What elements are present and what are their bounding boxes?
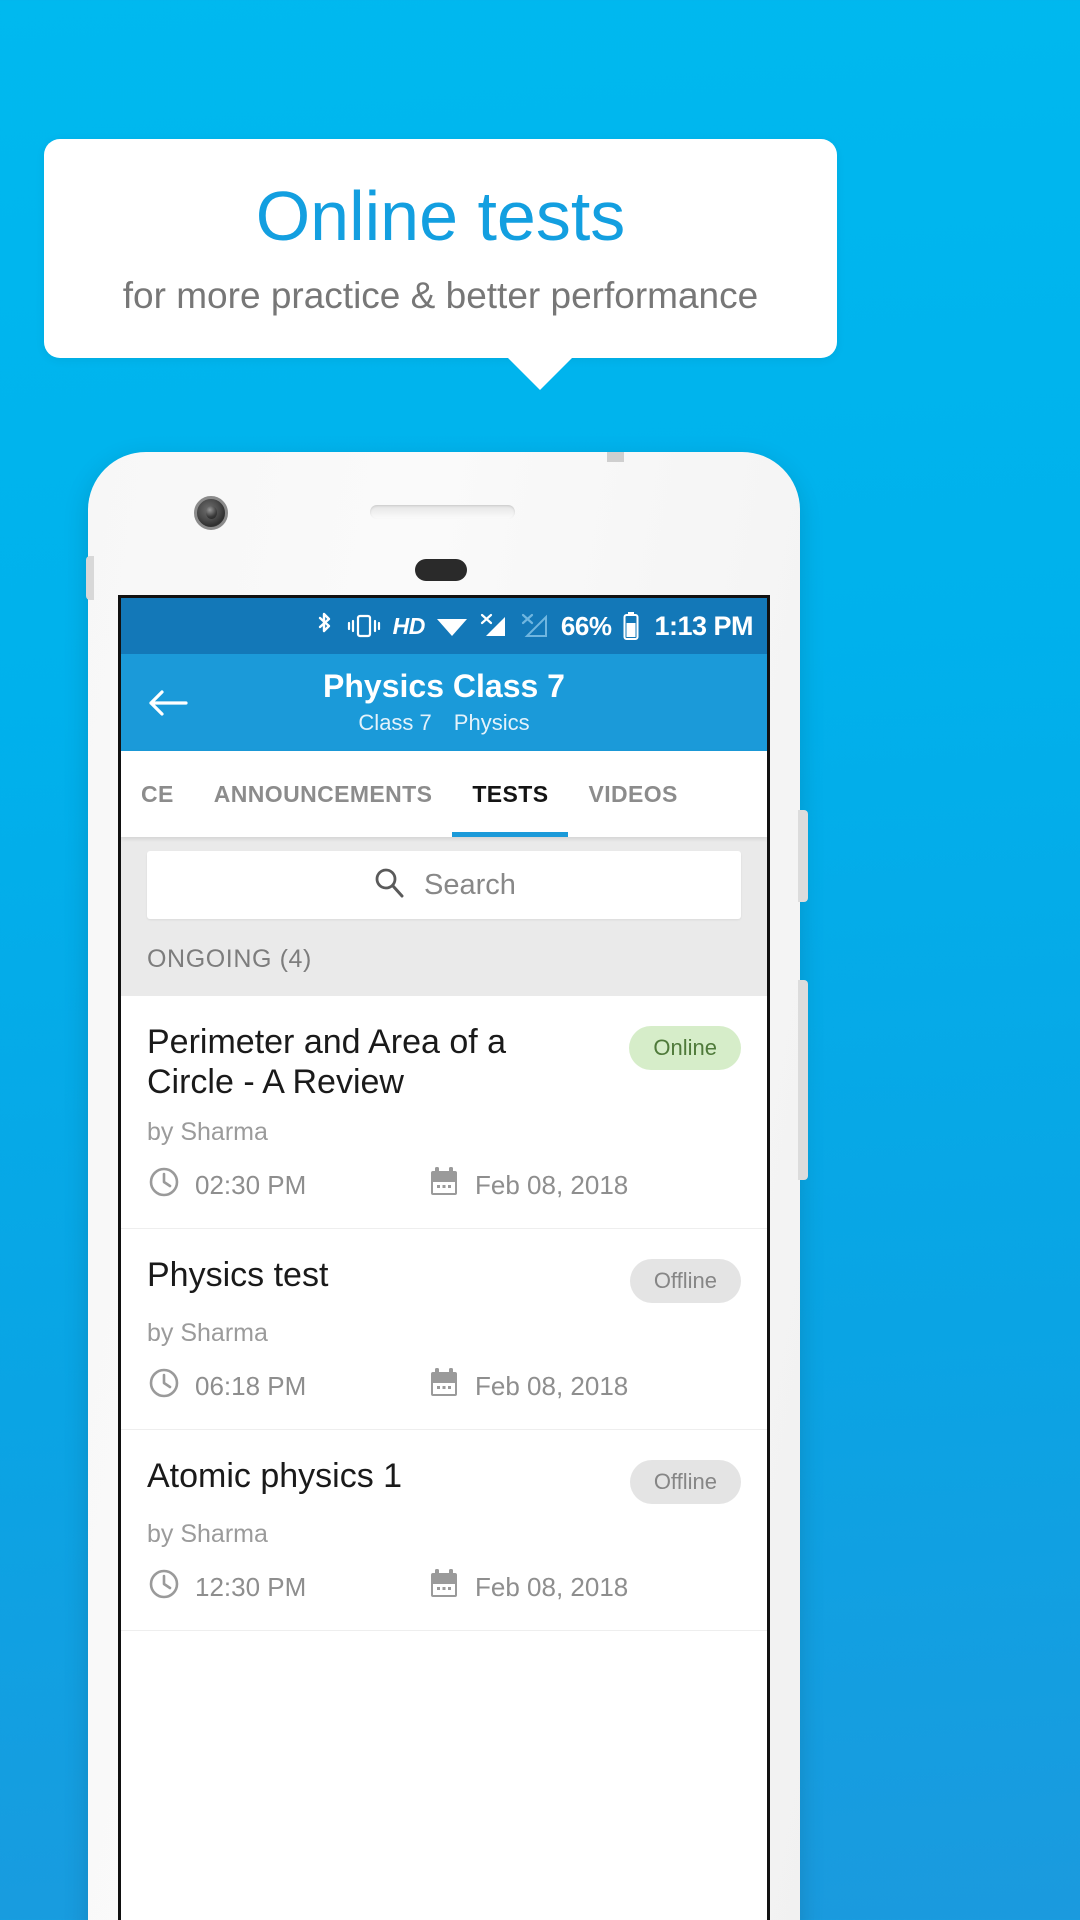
phone-power-button[interactable] [798, 810, 808, 902]
status-bar: HD 66% 1:13 PM [121, 598, 767, 654]
wifi-icon [436, 613, 468, 639]
test-date: Feb 08, 2018 [427, 1567, 628, 1608]
test-date-label: Feb 08, 2018 [475, 1572, 629, 1603]
signal-no-sim-1-icon [479, 612, 509, 640]
clock-time-label: 1:13 PM [654, 610, 753, 641]
test-row-top: Perimeter and Area of a Circle - A Revie… [147, 1022, 741, 1102]
status-badge: Offline [629, 1259, 741, 1304]
calendar-icon [427, 1366, 461, 1407]
battery-percent-label: 66% [560, 610, 612, 641]
test-time: 02:30 PM [147, 1165, 427, 1206]
bluetooth-icon [315, 611, 335, 641]
promo-callout-tail [507, 357, 573, 390]
tab-videos[interactable]: VIDEOS [568, 751, 697, 837]
test-meta: 06:18 PM Feb 08, 2018 [147, 1366, 741, 1407]
test-title: Atomic physics 1 [147, 1457, 403, 1496]
back-arrow-icon[interactable] [145, 680, 191, 726]
clock-icon [147, 1165, 181, 1206]
test-list-item[interactable]: Physics test Offline by Sharma 06:18 PM [121, 1229, 767, 1431]
test-meta: 02:30 PM Feb 08, 2018 [147, 1165, 741, 1206]
search-area: Search [121, 837, 767, 939]
clock-icon [147, 1567, 181, 1608]
tab-bar: CE ANNOUNCEMENTS TESTS VIDEOS [121, 751, 767, 837]
hd-icon: HD [392, 612, 426, 639]
phone-screen: HD 66% 1:13 PM Physics Class 7 Class 7 P… [118, 595, 770, 1920]
test-title: Physics test [147, 1256, 329, 1295]
test-meta: 12:30 PM Feb 08, 2018 [147, 1567, 741, 1608]
search-placeholder: Search [424, 868, 516, 901]
test-time: 12:30 PM [147, 1567, 427, 1608]
promo-callout: Online tests for more practice & better … [44, 139, 837, 358]
test-list-item[interactable]: Atomic physics 1 Offline by Sharma 12:30… [121, 1430, 767, 1632]
page-subtitle: Class 7 Physics [358, 710, 529, 736]
subtitle-class: Class 7 [358, 710, 432, 736]
tab-ce[interactable]: CE [121, 751, 194, 837]
phone-left-button[interactable] [86, 556, 94, 600]
calendar-icon [427, 1165, 461, 1206]
battery-icon [622, 611, 640, 641]
phone-volume-button[interactable] [798, 980, 808, 1180]
phone-antenna-line [607, 452, 624, 462]
test-time-label: 12:30 PM [195, 1572, 307, 1603]
subtitle-subject: Physics [453, 710, 530, 736]
signal-no-sim-2-icon [520, 612, 550, 640]
promo-title: Online tests [255, 176, 626, 255]
front-camera-icon [194, 496, 228, 530]
test-date: Feb 08, 2018 [427, 1165, 628, 1206]
tab-tests[interactable]: TESTS [452, 751, 569, 837]
test-row-top: Physics test Offline [147, 1255, 741, 1304]
search-input[interactable]: Search [147, 851, 741, 919]
calendar-icon [427, 1567, 461, 1608]
app-bar: Physics Class 7 Class 7 Physics [121, 654, 767, 751]
search-icon [372, 866, 406, 905]
test-list: Perimeter and Area of a Circle - A Revie… [121, 996, 767, 1632]
test-author: by Sharma [147, 1319, 268, 1348]
test-time-label: 02:30 PM [195, 1170, 307, 1201]
test-list-item[interactable]: Perimeter and Area of a Circle - A Revie… [121, 996, 767, 1230]
proximity-sensor [415, 559, 467, 581]
vibrate-icon [346, 612, 382, 640]
test-time-label: 06:18 PM [195, 1371, 307, 1402]
status-badge: Offline [629, 1460, 741, 1505]
status-badge: Online [629, 1026, 741, 1070]
clock-icon [147, 1366, 181, 1407]
test-row-top: Atomic physics 1 Offline [147, 1456, 741, 1505]
test-author: by Sharma [147, 1520, 268, 1549]
test-title: Perimeter and Area of a Circle - A Revie… [147, 1023, 507, 1102]
test-date-label: Feb 08, 2018 [475, 1371, 629, 1402]
promo-subtitle: for more practice & better performance [122, 275, 759, 317]
tab-announcements[interactable]: ANNOUNCEMENTS [194, 751, 453, 837]
test-date: Feb 08, 2018 [427, 1366, 628, 1407]
section-header-ongoing: ONGOING (4) [121, 939, 767, 996]
test-author: by Sharma [147, 1118, 268, 1147]
test-time: 06:18 PM [147, 1366, 427, 1407]
earpiece-speaker [370, 505, 515, 519]
test-date-label: Feb 08, 2018 [475, 1170, 629, 1201]
page-title: Physics Class 7 [323, 667, 565, 704]
